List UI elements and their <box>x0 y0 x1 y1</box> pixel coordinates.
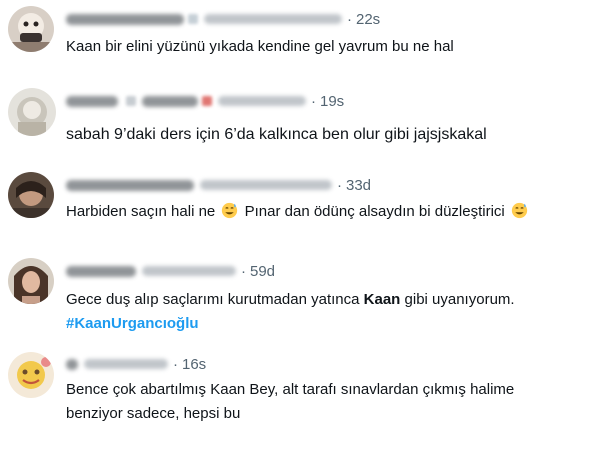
author-name[interactable] <box>66 95 118 107</box>
avatar[interactable] <box>8 352 54 398</box>
tweet-time[interactable]: 19s <box>320 93 344 110</box>
avatar[interactable] <box>8 88 56 136</box>
tweet-1[interactable]: · 22s Kaan bir elini yüzünü yıkada kendi… <box>0 0 597 80</box>
tweet-text-part-a: Gece duş alıp saçlarımı kurutmadan yatın… <box>66 291 360 308</box>
author-handle[interactable] <box>200 180 332 190</box>
tweet-header: · 19s <box>66 90 344 112</box>
tweet-header: · 22s <box>66 8 380 30</box>
tweet-text-part-a: Harbiden saçın hali ne <box>66 203 216 220</box>
author-handle[interactable] <box>142 266 236 276</box>
separator-dot: · <box>311 92 316 110</box>
author-name[interactable] <box>66 179 194 191</box>
separator-dot: · <box>337 176 342 194</box>
separator-dot: · <box>347 10 352 28</box>
separator-dot: · <box>173 355 178 373</box>
author-handle[interactable] <box>84 359 168 369</box>
tweet-text-content: sabah 9’daki ders için 6’da kalkınca ben… <box>66 126 487 143</box>
tweet-time[interactable]: 59d <box>250 263 275 280</box>
grinning-sweat-emoji-icon <box>222 202 238 219</box>
decorative-emoji-icon <box>126 96 136 106</box>
tweet-text: Bence çok abartılmış Kaan Bey, alt taraf… <box>66 378 591 426</box>
tweet-time[interactable]: 16s <box>182 356 206 373</box>
tweet-header: · 33d <box>66 174 371 196</box>
tweet-text-bold: Kaan <box>363 291 401 308</box>
avatar[interactable] <box>8 258 54 304</box>
author-handle[interactable] <box>204 14 342 24</box>
tweet-text: sabah 9’daki ders için 6’da kalkınca ben… <box>66 124 591 145</box>
tweet-text-line-2: benziyor sadece, hepsi bu <box>66 405 241 422</box>
tweet-text-part-b: gibi uyanıyorum. <box>404 291 515 308</box>
tweet-text-part-b: Pınar dan ödünç alsaydın bi düzleştirici <box>244 203 505 220</box>
tweet-text-line-1: Bence çok abartılmış Kaan Bey, alt taraf… <box>66 381 515 398</box>
tweet-text: Harbiden saçın hali ne Pınar dan ödünç a… <box>66 201 591 222</box>
tweet-time[interactable]: 22s <box>356 11 380 28</box>
grinning-sweat-emoji-icon <box>511 202 528 219</box>
tweet-4[interactable]: · 59d Gece duş alıp saçlarımı kurutmadan… <box>0 250 597 346</box>
hashtag-link[interactable]: #KaanUrgancıoğlu <box>66 315 199 332</box>
tweet-text: Gece duş alıp saçlarımı kurutmadan yatın… <box>66 288 591 336</box>
tweet-header: · 16s <box>66 353 206 375</box>
separator-dot: · <box>241 262 246 280</box>
tweet-text: Kaan bir elini yüzünü yıkada kendine gel… <box>66 36 591 57</box>
flag-icon <box>202 96 212 106</box>
author-name[interactable] <box>66 358 78 370</box>
tweet-5[interactable]: · 16s Bence çok abartılmış Kaan Bey, alt… <box>0 348 597 469</box>
tweet-header: · 59d <box>66 260 275 282</box>
tweet-3[interactable]: · 33d Harbiden saçın hali ne Pınar dan ö… <box>0 164 597 248</box>
avatar[interactable] <box>8 6 54 52</box>
tweet-2[interactable]: · 19s sabah 9’daki ders için 6’da kalkın… <box>0 80 597 164</box>
author-name[interactable] <box>66 13 184 25</box>
verified-badge-icon <box>188 14 198 24</box>
author-handle[interactable] <box>218 96 306 106</box>
author-name-extra <box>142 95 198 107</box>
avatar[interactable] <box>8 172 54 218</box>
tweet-time[interactable]: 33d <box>346 177 371 194</box>
author-name[interactable] <box>66 265 136 277</box>
tweet-text-content: Kaan bir elini yüzünü yıkada kendine gel… <box>66 38 454 55</box>
